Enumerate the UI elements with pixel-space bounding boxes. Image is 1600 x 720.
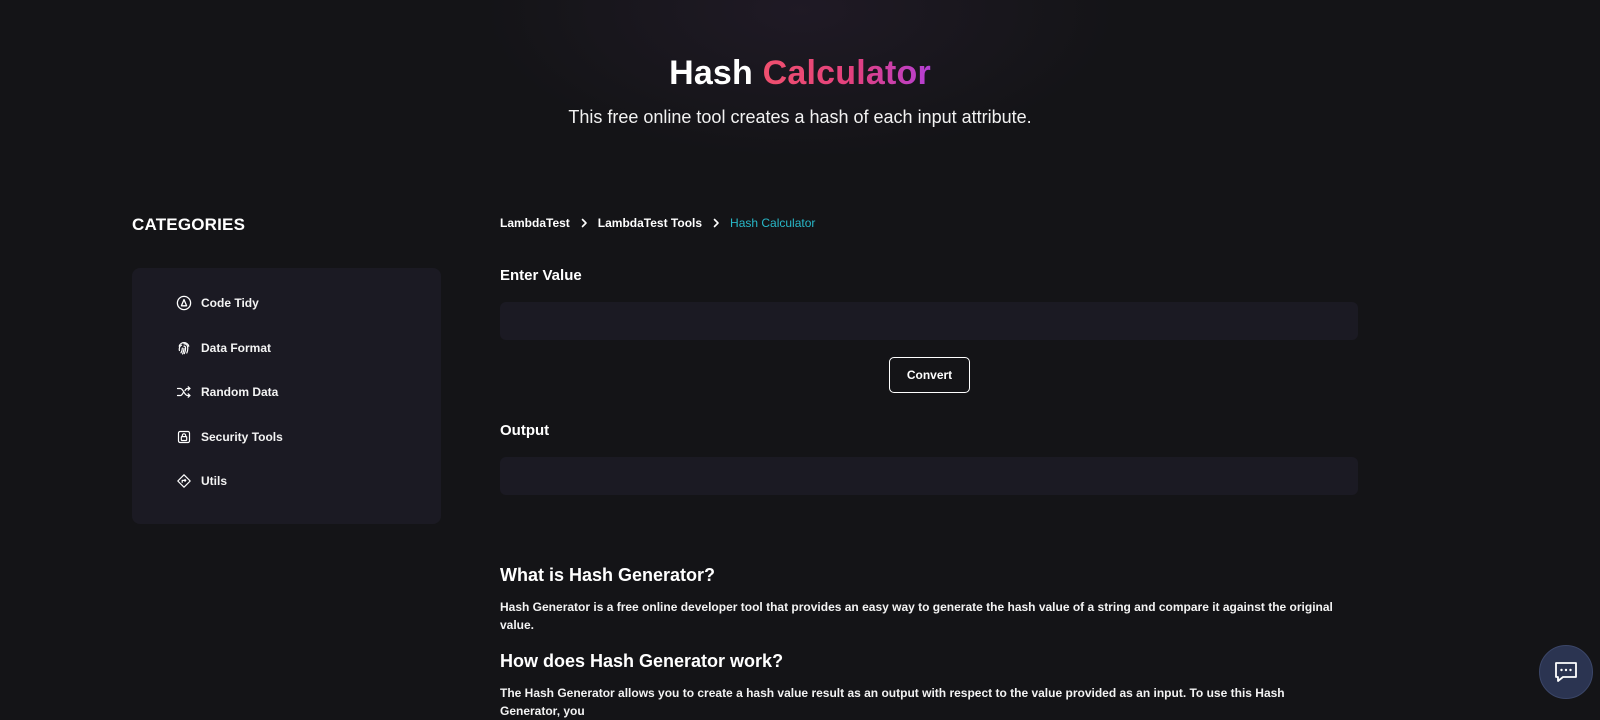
chevron-right-icon [581, 218, 587, 228]
output-field[interactable] [500, 457, 1358, 495]
sidebar-item-security-tools[interactable]: Security Tools [176, 426, 283, 448]
sidebar-item-label: Utils [201, 474, 228, 488]
shuffle-icon [176, 386, 191, 398]
chat-icon [1555, 662, 1577, 682]
categories-panel: Code Tidy Data Format Random Data Securi… [132, 268, 441, 524]
diamond-icon [177, 474, 191, 488]
breadcrumb-link-lambdatest[interactable]: LambdaTest [500, 216, 570, 230]
chat-button[interactable] [1539, 645, 1593, 699]
output-label: Output [500, 422, 550, 439]
lock-icon [177, 430, 191, 444]
convert-button[interactable]: Convert [889, 357, 970, 393]
sidebar-item-label: Code Tidy [201, 296, 259, 310]
breadcrumb-link-lambdatest-tools[interactable]: LambdaTest Tools [598, 216, 702, 230]
categories-heading: CATEGORIES [132, 215, 246, 234]
fingerprint-icon [178, 342, 190, 355]
enter-value-label: Enter Value [500, 267, 582, 284]
enter-value-input[interactable] [500, 302, 1358, 340]
page-subtitle: This free online tool creates a hash of … [568, 107, 1032, 127]
page-title: Hash Calculator [0, 52, 1600, 94]
how-does-text: The Hash Generator allows you to create … [500, 686, 1285, 718]
what-is-text: Hash Generator is a free online develope… [500, 600, 1333, 632]
sidebar-item-label: Security Tools [201, 430, 283, 444]
chevron-right-icon [713, 218, 719, 228]
sidebar-item-data-format[interactable]: Data Format [176, 337, 271, 359]
sidebar-item-code-tidy[interactable]: Code Tidy [176, 292, 259, 314]
how-does-heading: How does Hash Generator work? [500, 651, 784, 671]
what-is-heading: What is Hash Generator? [500, 565, 716, 585]
code-tidy-icon [176, 295, 192, 311]
breadcrumb: LambdaTest LambdaTest Tools Hash Calcula… [500, 216, 815, 230]
sidebar-item-random-data[interactable]: Random Data [176, 381, 278, 403]
breadcrumb-current: Hash Calculator [730, 216, 816, 230]
page-title-accent: Calculator [762, 54, 931, 92]
sidebar-item-label: Random Data [201, 385, 279, 399]
sidebar-item-utils[interactable]: Utils [176, 470, 227, 492]
page-title-main: Hash [669, 54, 754, 92]
sidebar-item-label: Data Format [201, 341, 272, 355]
